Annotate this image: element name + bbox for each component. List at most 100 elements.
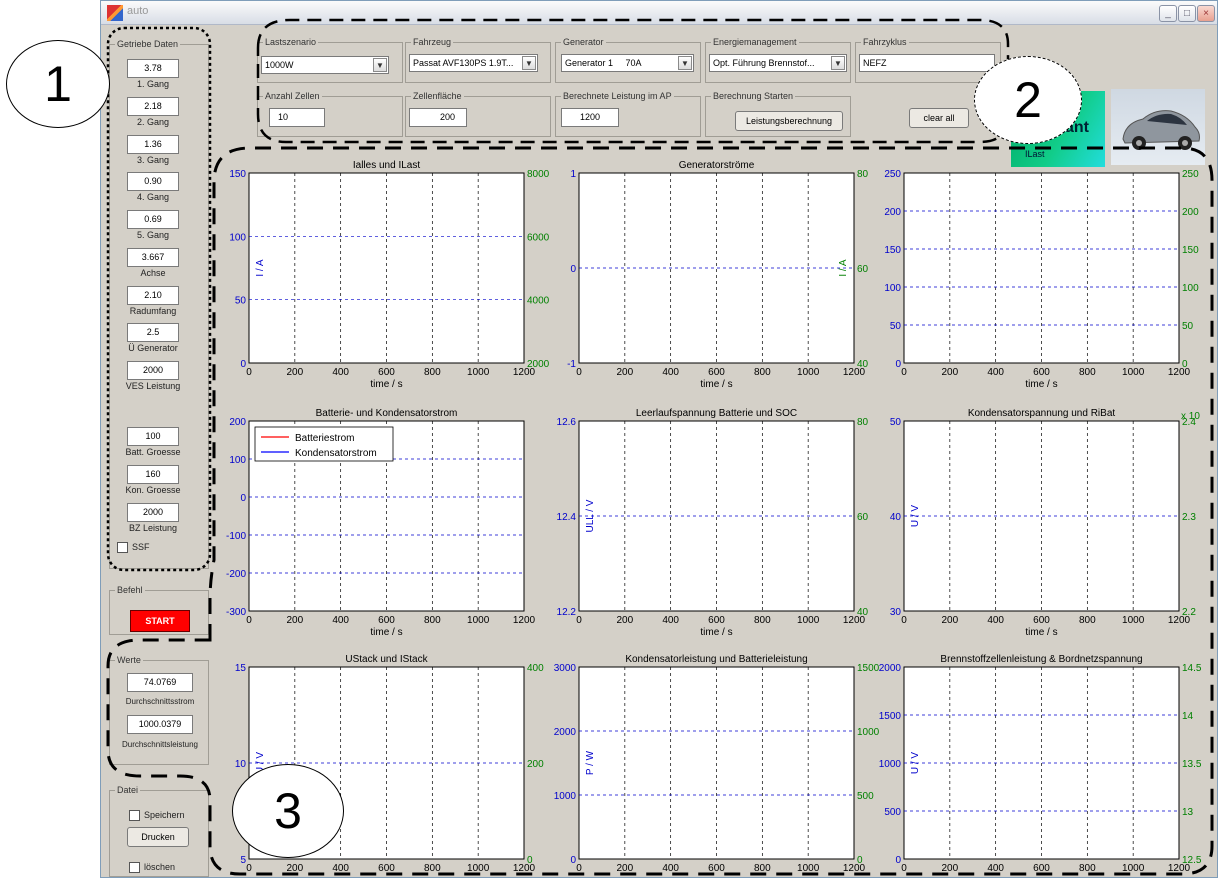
chart-title: Ialles und ILast <box>353 160 420 171</box>
x-tick-label: 200 <box>616 615 633 626</box>
y-tick-label-right: 100 <box>1182 283 1199 294</box>
getriebe-value-input[interactable]: 2.18 <box>127 97 179 116</box>
getriebe-value-input[interactable]: 3.78 <box>127 59 179 78</box>
annotation-circle-2: 2 <box>974 56 1082 144</box>
y-tick-label-right: 8000 <box>527 169 550 180</box>
x-tick-label: 800 <box>424 615 441 626</box>
x-axis-label: time / s <box>1025 379 1057 390</box>
y-tick-label-left: 40 <box>890 512 902 523</box>
x-tick-label: 1000 <box>1122 615 1145 626</box>
getriebe-value-input[interactable]: 2.5 <box>127 323 179 342</box>
y-tick-label-left: -1 <box>567 359 576 370</box>
y-exponent-label: x 10 <box>1181 411 1200 422</box>
plot-area <box>578 420 855 612</box>
x-tick-label: 600 <box>708 863 725 874</box>
y-tick-label-right: 2.3 <box>1182 512 1196 523</box>
x-axis-label: time / s <box>370 627 402 638</box>
x-tick-label: 200 <box>941 615 958 626</box>
getriebe-value-input[interactable]: 0.69 <box>127 210 179 229</box>
x-tick-label: 0 <box>246 863 252 874</box>
chart-title: Leerlaufspannung Batterie und SOC <box>636 408 797 419</box>
x-tick-label: 1000 <box>467 367 490 378</box>
y-tick-label-left: 2000 <box>879 663 902 674</box>
x-tick-label: 600 <box>1033 863 1050 874</box>
x-tick-label: 400 <box>987 367 1004 378</box>
y-tick-label-right: 60 <box>857 512 869 523</box>
x-tick-label: 800 <box>754 367 771 378</box>
getriebe-value-label: 2. Gang <box>136 117 170 127</box>
x-tick-label: 400 <box>987 863 1004 874</box>
y-tick-label-left: 2000 <box>554 727 577 738</box>
y-tick-label-left: 12.2 <box>557 607 577 618</box>
y-tick-label-right: 1500 <box>857 663 880 674</box>
y-tick-label-right: 2.2 <box>1182 607 1196 618</box>
y-tick-label-right: 2000 <box>527 359 550 370</box>
y-tick-label-left: 0 <box>895 359 901 370</box>
y-tick-label-left: 30 <box>890 607 902 618</box>
x-axis-label: time / s <box>370 379 402 390</box>
y-axis-label-left: U / V <box>910 505 921 528</box>
y-tick-label-right: 80 <box>857 417 869 428</box>
x-axis-label: time / s <box>700 627 732 638</box>
getriebe-value-input[interactable]: 1.36 <box>127 135 179 154</box>
getriebe-value-input[interactable]: 2000 <box>127 503 179 522</box>
chart-title: Kondensatorleistung und Batterieleistung <box>625 654 807 665</box>
getriebe-value-input[interactable]: 100 <box>127 427 179 446</box>
getriebe-value-input[interactable]: 160 <box>127 465 179 484</box>
y-tick-label-right: 14 <box>1182 711 1194 722</box>
chart-title: Batterie- und Kondensatorstrom <box>316 408 458 419</box>
y-tick-label-right: 250 <box>1182 169 1199 180</box>
getriebe-value-label: Ü Generator <box>128 343 178 353</box>
getriebe-value-label: 3. Gang <box>136 155 170 165</box>
x-tick-label: 800 <box>424 863 441 874</box>
annotation-circle-3: 3 <box>232 764 344 858</box>
y-tick-label-left: 100 <box>884 283 901 294</box>
y-tick-label-left: 10 <box>235 759 247 770</box>
x-tick-label: 1200 <box>513 615 536 626</box>
y-tick-label-left: 200 <box>229 417 246 428</box>
y-tick-label-left: 3000 <box>554 663 577 674</box>
y-tick-label-right: 60 <box>857 264 869 275</box>
x-tick-label: 600 <box>708 615 725 626</box>
y-tick-label-left: 1500 <box>879 711 902 722</box>
y-tick-label-left: 50 <box>235 296 247 307</box>
x-tick-label: 1000 <box>797 863 820 874</box>
x-tick-label: 400 <box>662 615 679 626</box>
y-tick-label-right: 14.5 <box>1182 663 1202 674</box>
plot-area <box>578 172 855 364</box>
getriebe-value-input[interactable]: 0.90 <box>127 172 179 191</box>
x-tick-label: 600 <box>1033 367 1050 378</box>
y-axis-label-left: ULL / V <box>585 499 596 532</box>
getriebe-value-input[interactable]: 2.10 <box>127 286 179 305</box>
y-tick-label-right: 4000 <box>527 296 550 307</box>
x-tick-label: 600 <box>378 863 395 874</box>
x-axis-label: time / s <box>1025 627 1057 638</box>
y-axis-label-left: U / V <box>910 752 921 775</box>
x-tick-label: 400 <box>987 615 1004 626</box>
annotation-circle-1: 1 <box>6 40 110 128</box>
y-tick-label-left: 1000 <box>554 791 577 802</box>
getriebe-value-label: Radumfang <box>129 306 177 316</box>
y-tick-label-left: 1000 <box>879 759 902 770</box>
y-tick-label-right: 400 <box>527 663 544 674</box>
y-tick-label-right: 13 <box>1182 807 1194 818</box>
y-tick-label-right: 1000 <box>857 727 880 738</box>
y-tick-label-right: 0 <box>1182 359 1188 370</box>
chart-title: Kondensatorspannung und RiBat <box>968 408 1116 419</box>
y-tick-label-left: -300 <box>226 607 246 618</box>
y-tick-label-left: 100 <box>229 455 246 466</box>
y-tick-label-left: -100 <box>226 531 246 542</box>
legend-entry: Batteriestrom <box>295 433 354 444</box>
y-tick-label-right: 200 <box>527 759 544 770</box>
y-tick-label-left: 15 <box>235 663 247 674</box>
y-tick-label-left: 150 <box>229 169 246 180</box>
getriebe-value-input[interactable]: 2000 <box>127 361 179 380</box>
x-tick-label: 800 <box>424 367 441 378</box>
getriebe-value-label: BZ Leistung <box>128 523 178 533</box>
x-tick-label: 200 <box>286 863 303 874</box>
x-tick-label: 400 <box>332 615 349 626</box>
x-tick-label: 200 <box>286 615 303 626</box>
y-tick-label-left: 12.6 <box>557 417 577 428</box>
x-tick-label: 0 <box>246 615 252 626</box>
getriebe-value-input[interactable]: 3.667 <box>127 248 179 267</box>
